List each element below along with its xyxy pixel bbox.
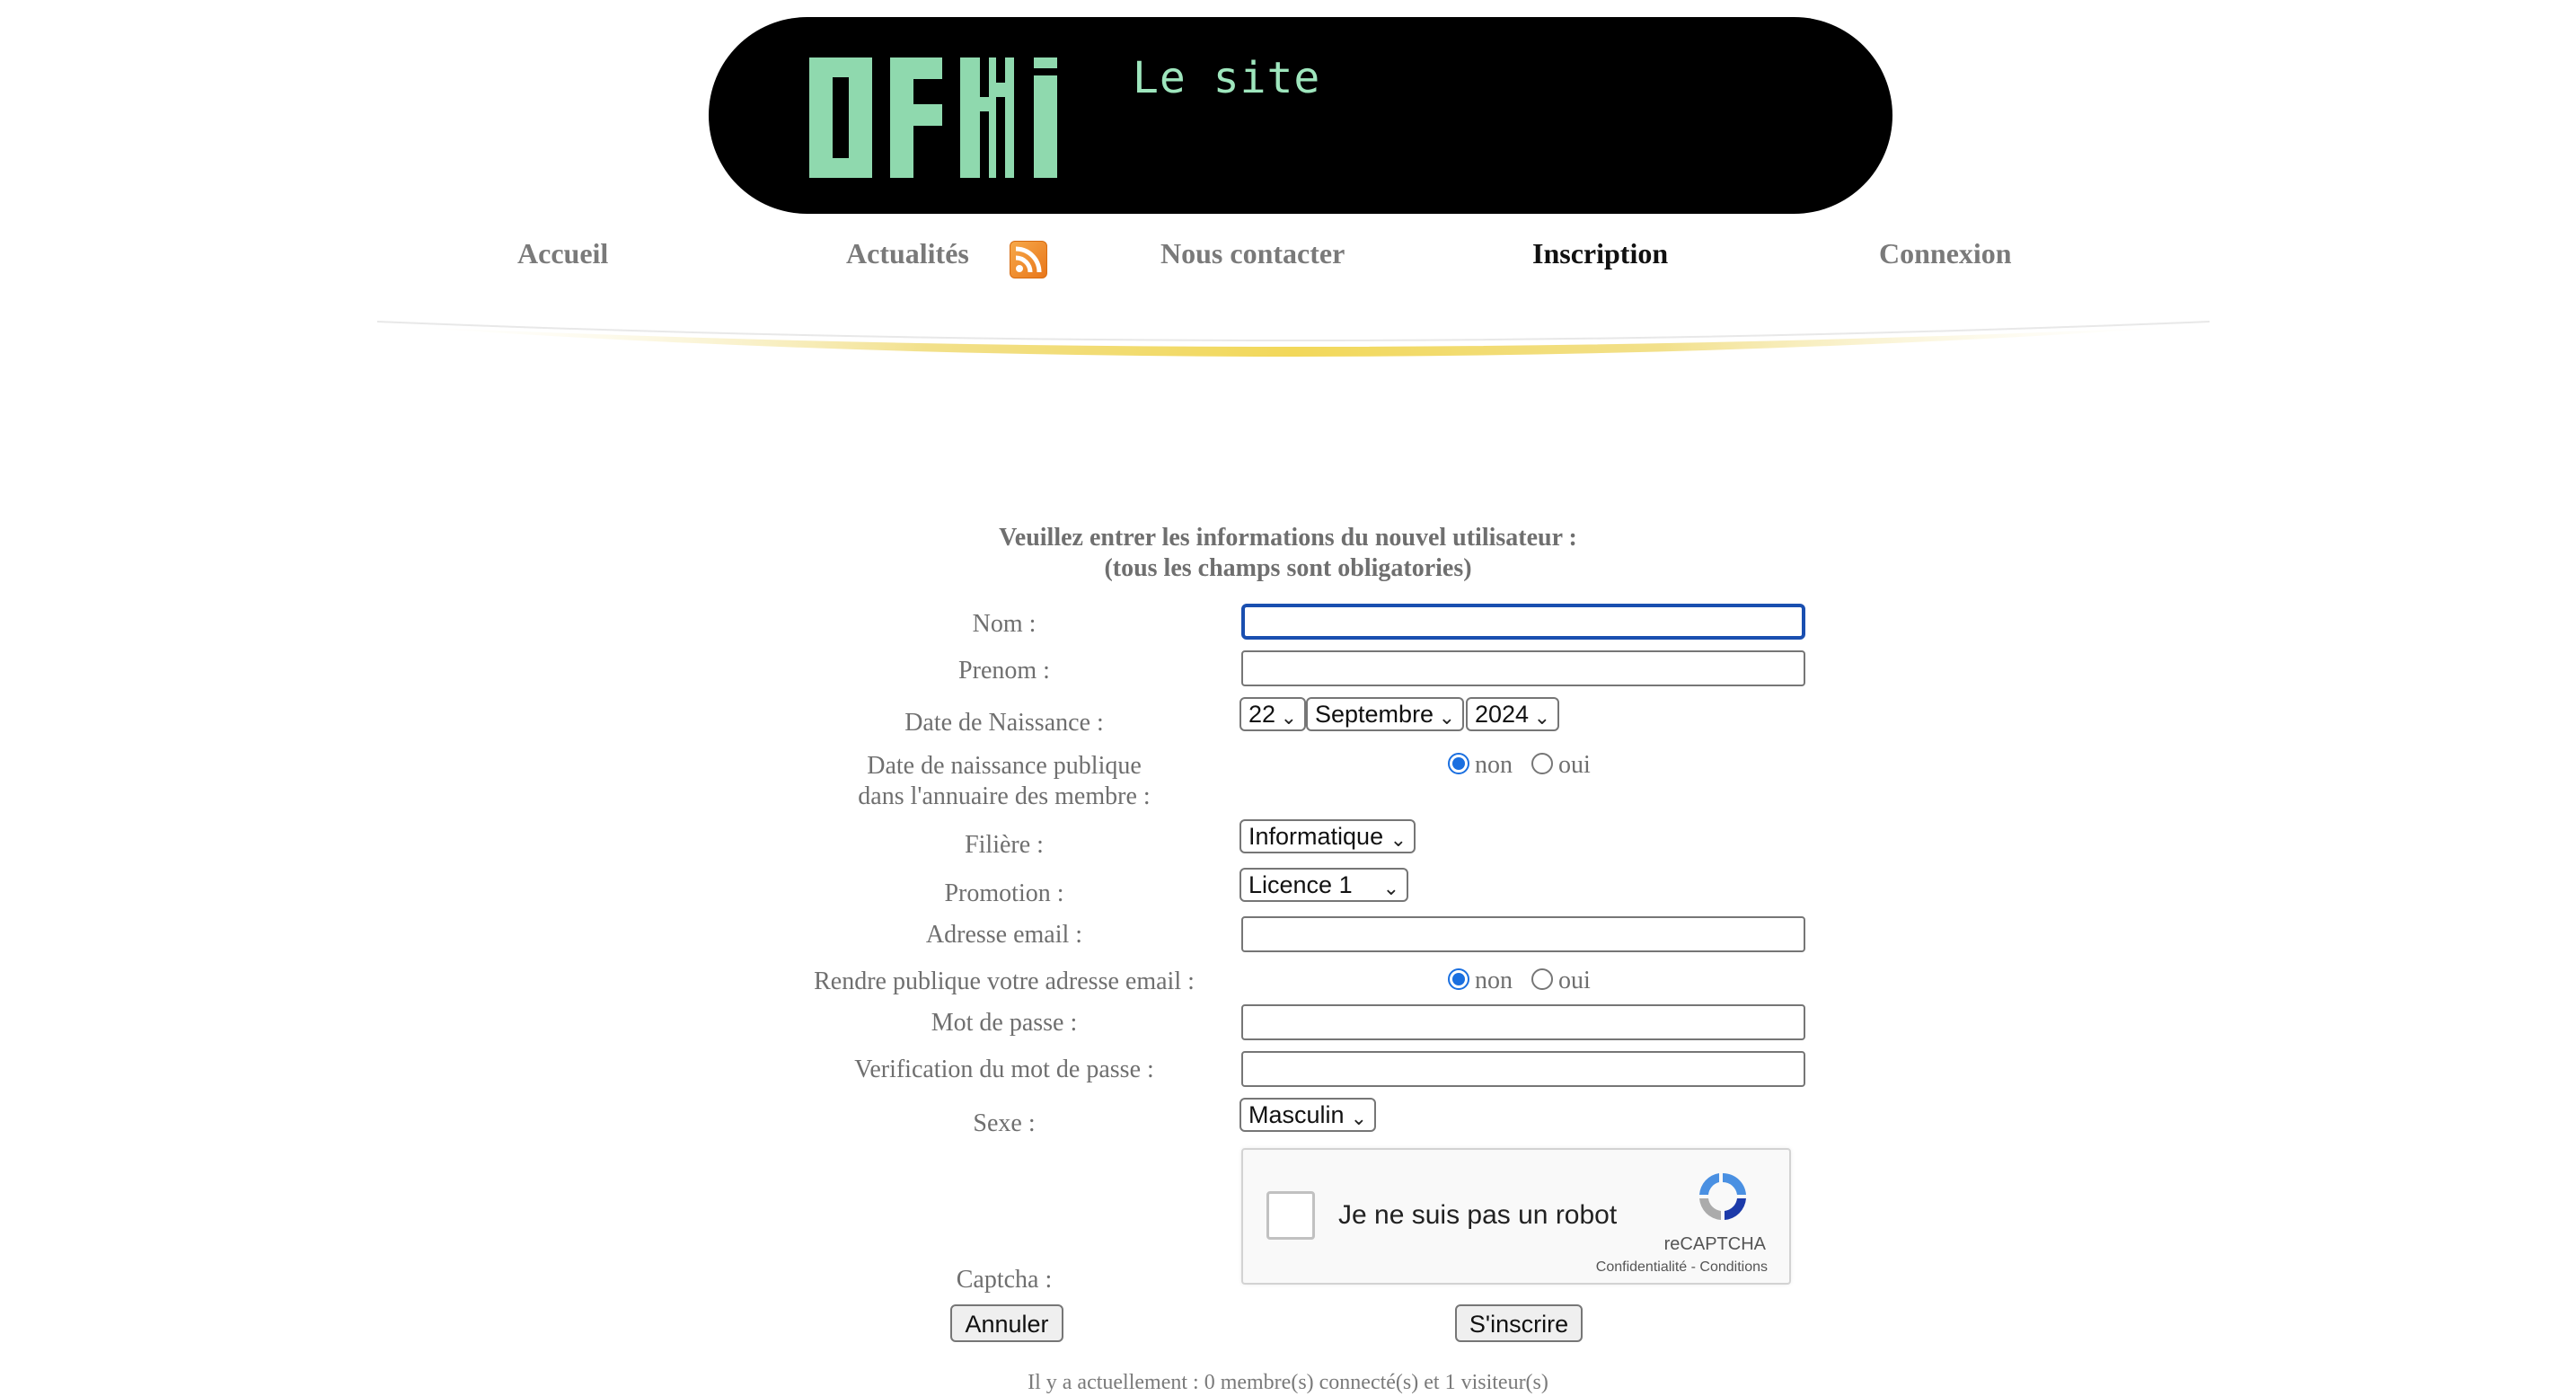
chevron-down-icon: ⌄ bbox=[1280, 706, 1297, 729]
label-birthdate: Date de Naissance : bbox=[904, 709, 1104, 737]
nav-inscription[interactable]: Inscription bbox=[1532, 237, 1668, 270]
chevron-down-icon: ⌄ bbox=[1350, 1107, 1367, 1129]
email-public-yes-radio[interactable] bbox=[1531, 968, 1553, 990]
recaptcha-privacy-link[interactable]: Confidentialité bbox=[1596, 1259, 1687, 1275]
label-birthdate-public-line1: Date de naissance publique bbox=[867, 752, 1142, 780]
label-promotion: Promotion : bbox=[944, 879, 1064, 907]
rss-icon[interactable] bbox=[1010, 241, 1047, 278]
filiere-value: Informatique bbox=[1248, 823, 1384, 850]
radio-label-yes: oui bbox=[1558, 751, 1591, 779]
main-nav: Accueil Actualités Nous contacter Inscri… bbox=[0, 230, 2576, 284]
cancel-button[interactable]: Annuler bbox=[950, 1304, 1063, 1342]
label-birthdate-public: Date de naissance publique dans l'annuai… bbox=[726, 751, 1283, 812]
prenom-field[interactable] bbox=[1241, 650, 1805, 686]
birthdate-public-radios: non oui bbox=[1448, 751, 1591, 780]
filiere-select[interactable]: Informatique ⌄ bbox=[1239, 819, 1416, 853]
birth-year-select[interactable]: 2024 ⌄ bbox=[1466, 697, 1559, 731]
recaptcha-checkbox[interactable] bbox=[1266, 1191, 1315, 1240]
chevron-down-icon: ⌄ bbox=[1438, 706, 1455, 729]
site-logo[interactable] bbox=[809, 57, 1063, 178]
radio-label-yes: oui bbox=[1558, 967, 1591, 994]
email-public-radios: non oui bbox=[1448, 967, 1591, 995]
sexe-select[interactable]: Masculin ⌄ bbox=[1239, 1098, 1376, 1132]
decorative-swoosh bbox=[377, 321, 2210, 357]
nom-field[interactable] bbox=[1241, 604, 1805, 640]
nav-accueil[interactable]: Accueil bbox=[517, 237, 608, 270]
email-public-no-radio[interactable] bbox=[1448, 968, 1469, 990]
label-filiere: Filière : bbox=[965, 831, 1044, 859]
promotion-select[interactable]: Licence 1 ⌄ bbox=[1239, 868, 1408, 902]
submit-button[interactable]: S'inscrire bbox=[1455, 1304, 1583, 1342]
nav-contact[interactable]: Nous contacter bbox=[1160, 237, 1345, 270]
recaptcha-brand: reCAPTCHA bbox=[1663, 1234, 1766, 1254]
radio-label-no: non bbox=[1475, 751, 1513, 779]
birth-month-value: Septembre bbox=[1315, 701, 1434, 728]
header-banner: Le site bbox=[709, 17, 1892, 214]
recaptcha-text: Je ne suis pas un robot bbox=[1338, 1200, 1618, 1230]
password-field[interactable] bbox=[1241, 1004, 1805, 1040]
label-birthdate-public-line2: dans l'annuaire des membre : bbox=[858, 782, 1151, 810]
birth-day-value: 22 bbox=[1248, 701, 1276, 728]
form-intro-line2: (tous les champs sont obligatories) bbox=[1104, 554, 1472, 582]
promotion-value: Licence 1 bbox=[1248, 871, 1353, 898]
radio-label-no: non bbox=[1475, 967, 1513, 994]
recaptcha-widget: Je ne suis pas un robot reCAPTCHA Confid… bbox=[1241, 1148, 1791, 1285]
birthdate-public-no-radio[interactable] bbox=[1448, 753, 1469, 774]
recaptcha-logo-icon bbox=[1699, 1172, 1746, 1220]
label-email: Adresse email : bbox=[925, 921, 1083, 949]
birthdate-public-yes-radio[interactable] bbox=[1531, 753, 1553, 774]
birth-day-select[interactable]: 22 ⌄ bbox=[1239, 697, 1306, 731]
nav-connexion[interactable]: Connexion bbox=[1879, 237, 2012, 270]
site-tagline: Le site bbox=[1133, 53, 1321, 103]
recaptcha-links-separator: - bbox=[1687, 1259, 1700, 1275]
sexe-value: Masculin bbox=[1248, 1101, 1345, 1128]
chevron-down-icon: ⌄ bbox=[1382, 877, 1399, 899]
label-prenom: Prenom : bbox=[958, 657, 1050, 685]
email-field[interactable] bbox=[1241, 916, 1805, 952]
label-sexe: Sexe : bbox=[973, 1109, 1036, 1137]
birth-year-value: 2024 bbox=[1475, 701, 1530, 728]
nav-actualites[interactable]: Actualités bbox=[846, 237, 969, 270]
label-password-confirm: Verification du mot de passe : bbox=[854, 1056, 1154, 1083]
chevron-down-icon: ⌄ bbox=[1533, 706, 1550, 729]
label-password: Mot de passe : bbox=[931, 1009, 1078, 1037]
page: Le site Accueil Actualités Nous contacte… bbox=[0, 0, 2576, 1396]
online-status: Il y a actuellement : 0 membre(s) connec… bbox=[1028, 1371, 1548, 1394]
chevron-down-icon: ⌄ bbox=[1389, 828, 1407, 851]
label-captcha: Captcha : bbox=[956, 1266, 1053, 1294]
recaptcha-terms-link[interactable]: Conditions bbox=[1699, 1259, 1768, 1275]
form-intro: Veuillez entrer les informations du nouv… bbox=[0, 523, 2576, 584]
form-intro-line1: Veuillez entrer les informations du nouv… bbox=[999, 524, 1577, 552]
label-email-public: Rendre publique votre adresse email : bbox=[814, 967, 1195, 995]
birth-month-select[interactable]: Septembre ⌄ bbox=[1306, 697, 1464, 731]
password-confirm-field[interactable] bbox=[1241, 1051, 1805, 1087]
recaptcha-links: Confidentialité - Conditions bbox=[1596, 1259, 1768, 1276]
label-nom: Nom : bbox=[972, 610, 1037, 638]
